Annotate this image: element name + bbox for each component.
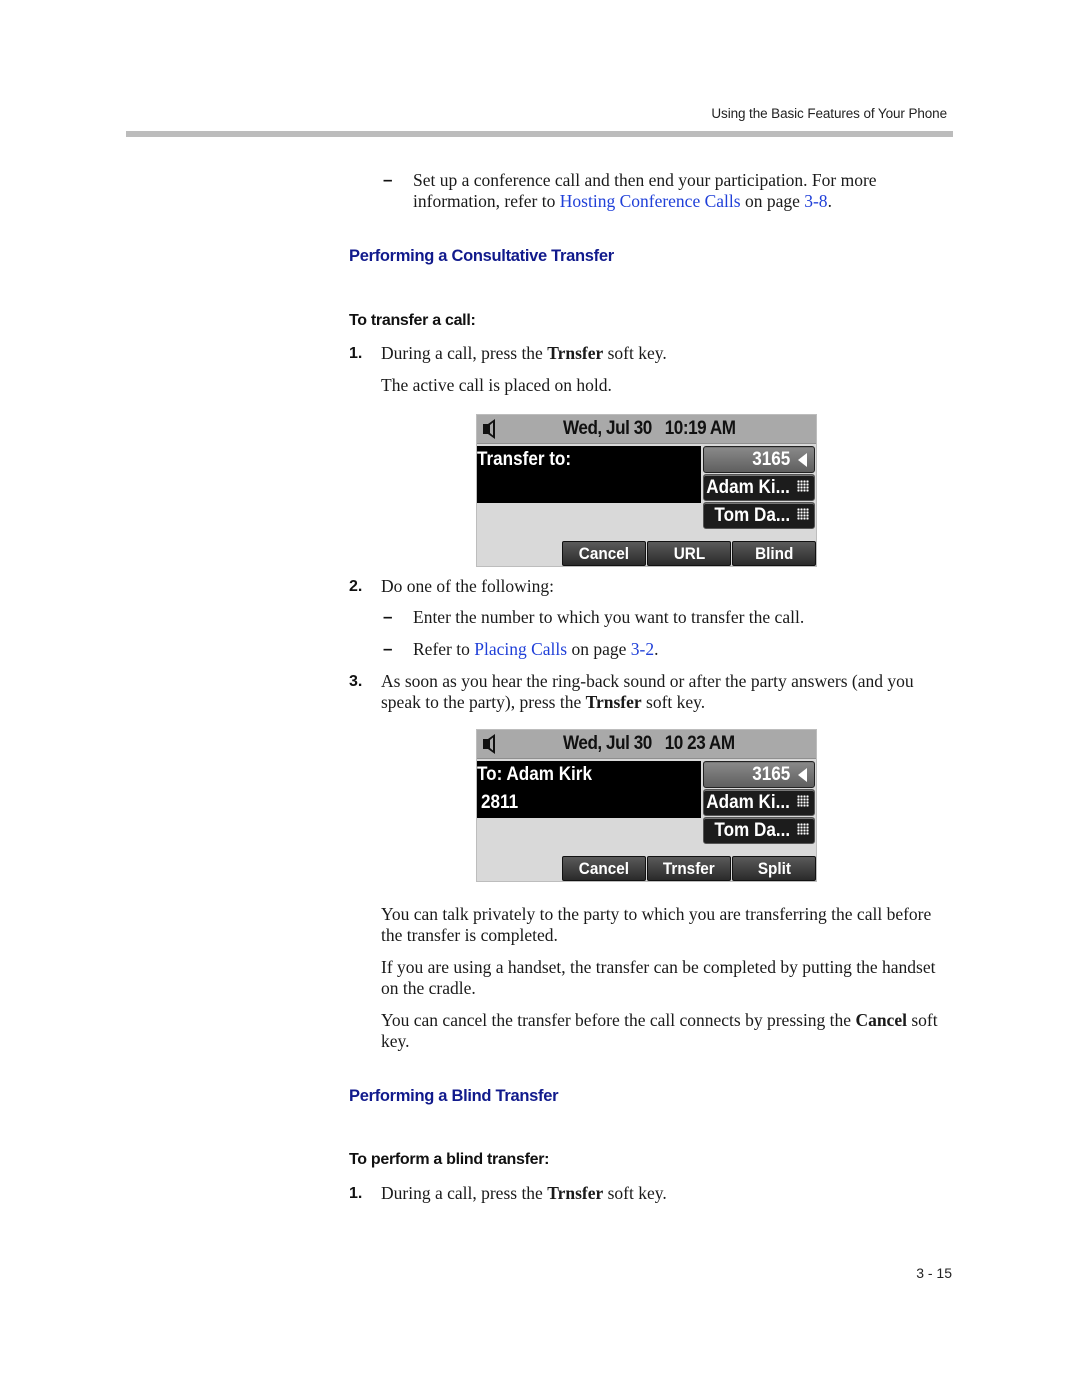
placing-calls-link[interactable]: Placing Calls bbox=[474, 639, 567, 659]
running-head: Using the Basic Features of Your Phone bbox=[711, 106, 947, 121]
date-time: Wed, Jul 30 10 23 AM bbox=[563, 733, 735, 754]
phone-screen-transfer-to: Wed, Jul 30 10:19 AM Transfer to: 3165 A… bbox=[476, 414, 817, 567]
section-title-consultative: Performing a Consultative Transfer bbox=[349, 247, 614, 265]
step2-text: Do one of the following: bbox=[381, 576, 555, 596]
blind-step1-after: soft key. bbox=[603, 1183, 667, 1203]
trnsfer-key-ref: Trnsfer bbox=[585, 692, 642, 712]
keypad-icon bbox=[795, 508, 810, 523]
step2-bullet1: Enter the number to which you want to tr… bbox=[413, 607, 805, 627]
step-number: 1. bbox=[349, 345, 363, 362]
status-bar: Wed, Jul 30 10 23 AM bbox=[477, 730, 816, 759]
cancel-note-before: You can cancel the transfer before the c… bbox=[381, 1010, 856, 1030]
call-info-panel: To: Adam Kirk 2811 bbox=[477, 761, 701, 818]
blind-step1-text: During a call, press the Trnsfer soft ke… bbox=[381, 1183, 667, 1204]
step-number: 2. bbox=[349, 578, 363, 595]
intro-text-end: . bbox=[827, 191, 832, 211]
trnsfer-key-ref: Trnsfer bbox=[547, 1183, 604, 1203]
bullet2-text-before: Refer to bbox=[413, 639, 475, 659]
trnsfer-key-ref: Trnsfer bbox=[547, 343, 604, 363]
hosting-conference-calls-link[interactable]: Hosting Conference Calls bbox=[560, 191, 741, 211]
bullet-dash: – bbox=[383, 607, 393, 626]
soft-key-label: URL bbox=[673, 544, 705, 563]
bullet-dash: – bbox=[383, 170, 393, 189]
header-rule bbox=[126, 131, 953, 137]
page-3-2-link[interactable]: 3-2 bbox=[631, 639, 654, 659]
bullet2-text-end: . bbox=[654, 639, 659, 659]
keypad-icon bbox=[795, 795, 810, 810]
speaker-icon bbox=[483, 419, 495, 439]
soft-key-split[interactable]: Split bbox=[732, 856, 816, 881]
phone-screen-to-adam-kirk: Wed, Jul 30 10 23 AM To: Adam Kirk 2811 … bbox=[476, 729, 817, 882]
line-key-label: 3165 bbox=[751, 449, 790, 470]
bullet2-text-mid: on page bbox=[567, 639, 631, 659]
soft-key-cancel[interactable]: Cancel bbox=[562, 856, 646, 881]
soft-key-blind[interactable]: Blind bbox=[732, 541, 816, 566]
call-info-line2: 2811 bbox=[481, 792, 519, 813]
call-info-line1: Transfer to: bbox=[477, 449, 572, 470]
blind-step1-before: During a call, press the bbox=[381, 1183, 548, 1203]
step3-text: As soon as you hear the ring-back sound … bbox=[381, 671, 951, 713]
step3-text-after: soft key. bbox=[641, 692, 706, 712]
soft-key-trnsfer[interactable]: Trnsfer bbox=[647, 856, 731, 881]
step1-text: During a call, press the Trnsfer soft ke… bbox=[381, 343, 667, 364]
step2-bullet2: Refer to Placing Calls on page 3-2. bbox=[413, 639, 658, 660]
date-time: Wed, Jul 30 10:19 AM bbox=[563, 418, 736, 439]
speaker-icon bbox=[483, 734, 495, 754]
step-number: 1. bbox=[349, 1185, 363, 1202]
line-key-3165[interactable]: 3165 bbox=[703, 761, 815, 788]
note-cancel: You can cancel the transfer before the c… bbox=[381, 1010, 956, 1052]
keypad-icon bbox=[795, 823, 810, 838]
step1-text-before: During a call, press the bbox=[381, 343, 548, 363]
bullet-dash: – bbox=[383, 639, 393, 658]
call-info-panel: Transfer to: bbox=[477, 446, 701, 503]
line-key-label: 3165 bbox=[751, 764, 790, 785]
soft-key-url[interactable]: URL bbox=[647, 541, 731, 566]
note-talk-privately: You can talk privately to the party to w… bbox=[381, 904, 932, 945]
procedure-title-blind: To perform a blind transfer: bbox=[349, 1151, 550, 1168]
page-3-8-link[interactable]: 3-8 bbox=[804, 191, 827, 211]
line-key-tom[interactable]: Tom Da... bbox=[703, 817, 815, 844]
line-key-3165[interactable]: 3165 bbox=[703, 446, 815, 473]
call-info-line1: To: Adam Kirk bbox=[477, 764, 592, 785]
line-key-label: Tom Da... bbox=[714, 820, 790, 841]
speaker-left-icon bbox=[795, 767, 810, 782]
soft-key-label: Blind bbox=[754, 544, 794, 563]
step-number: 3. bbox=[349, 673, 363, 690]
section-title-blind: Performing a Blind Transfer bbox=[349, 1087, 559, 1105]
procedure-title-transfer: To transfer a call: bbox=[349, 312, 476, 329]
speaker-left-icon bbox=[795, 452, 810, 467]
status-bar: Wed, Jul 30 10:19 AM bbox=[477, 415, 816, 444]
step1-text-after: soft key. bbox=[603, 343, 667, 363]
page-number: 3 - 15 bbox=[916, 1265, 952, 1281]
line-key-tom[interactable]: Tom Da... bbox=[703, 502, 815, 529]
soft-key-label: Cancel bbox=[578, 859, 630, 878]
soft-key-cancel[interactable]: Cancel bbox=[562, 541, 646, 566]
note-handset: If you are using a handset, the transfer… bbox=[381, 957, 936, 998]
step1-note: The active call is placed on hold. bbox=[381, 375, 612, 395]
line-key-adam[interactable]: Adam Ki... bbox=[703, 789, 815, 816]
line-key-label: Adam Ki... bbox=[706, 792, 790, 813]
keypad-icon bbox=[795, 480, 810, 495]
cancel-key-ref: Cancel bbox=[855, 1010, 907, 1030]
line-key-label: Tom Da... bbox=[714, 505, 790, 526]
soft-key-label: Cancel bbox=[578, 544, 630, 563]
soft-key-label: Split bbox=[757, 859, 791, 878]
line-key-adam[interactable]: Adam Ki... bbox=[703, 474, 815, 501]
line-key-label: Adam Ki... bbox=[706, 477, 790, 498]
intro-text-mid: on page bbox=[740, 191, 805, 211]
soft-key-label: Trnsfer bbox=[663, 859, 715, 878]
intro-bullet-text: Set up a conference call and then end yo… bbox=[413, 170, 948, 212]
